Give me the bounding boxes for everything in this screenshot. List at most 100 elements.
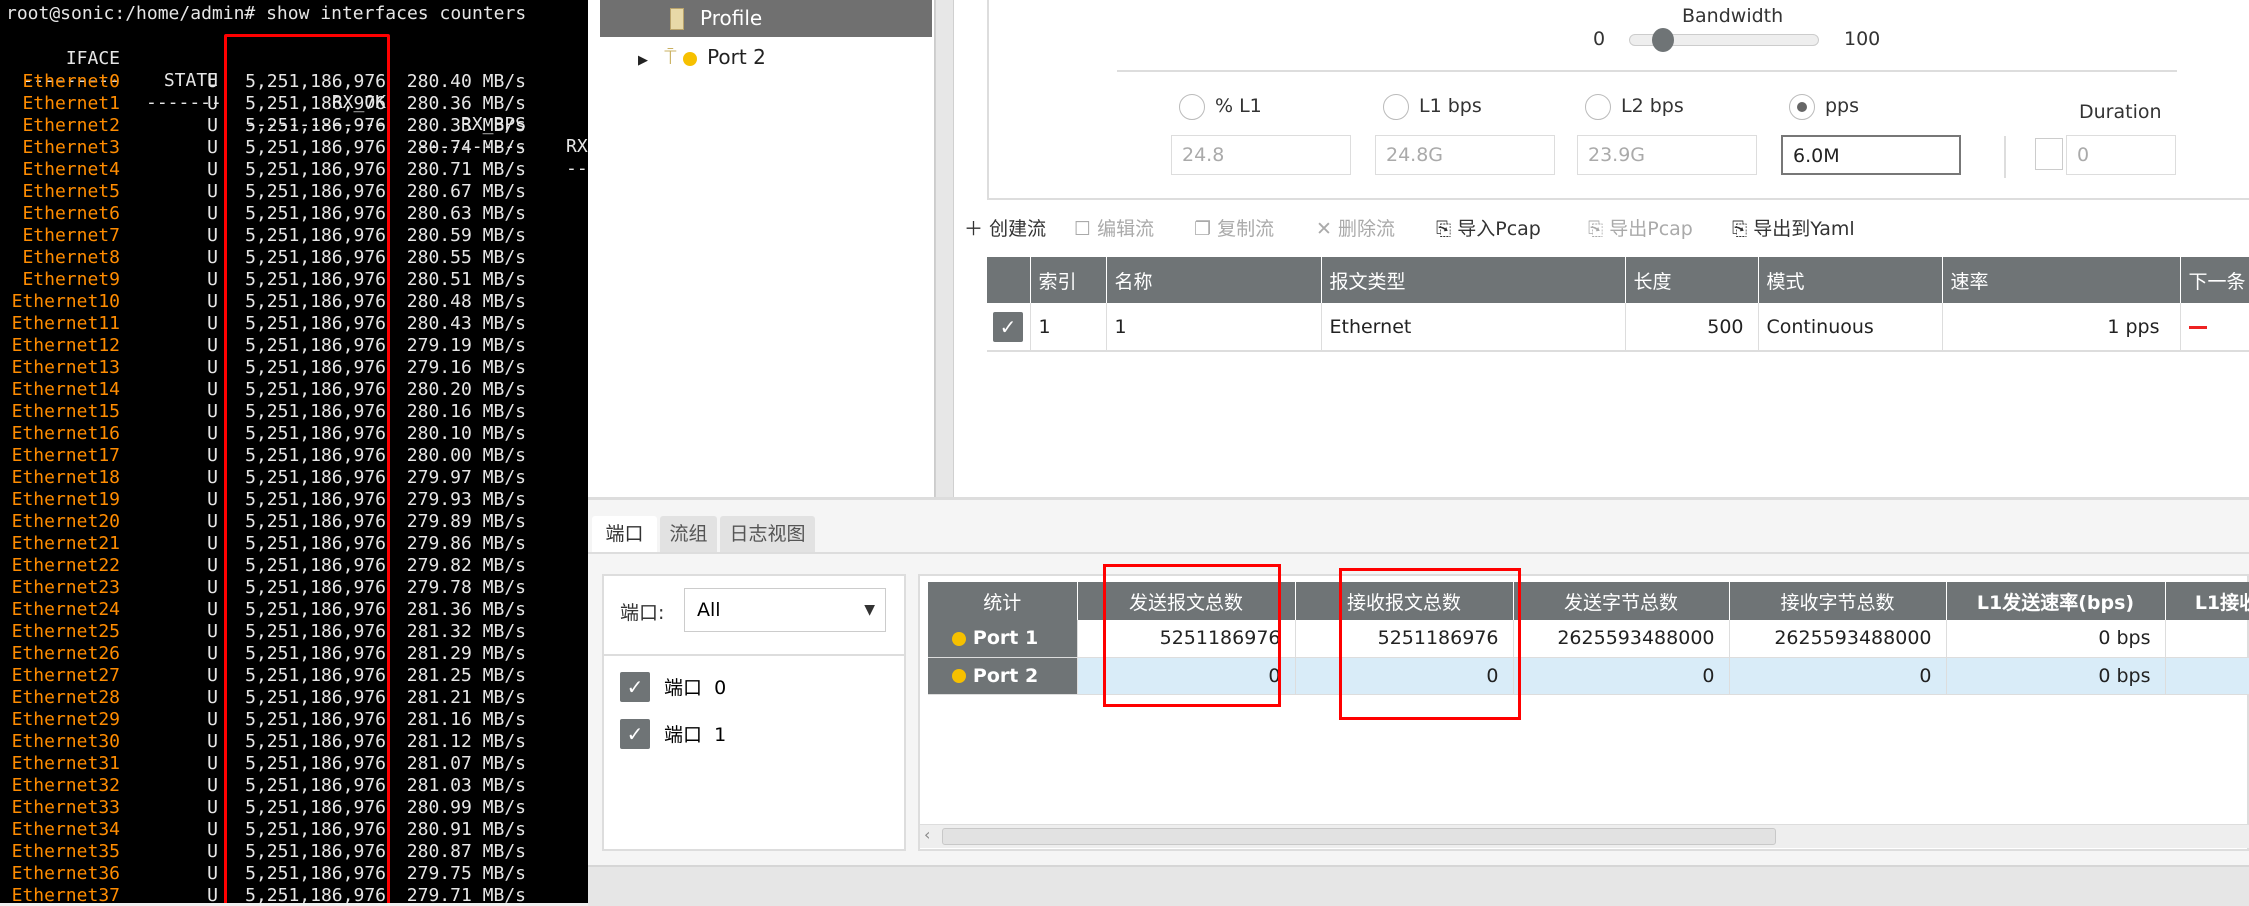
checkbox-port-1[interactable]: ✓ — [620, 719, 650, 749]
port-1-item[interactable]: ✓ 端口 1 — [620, 719, 726, 749]
iface: Ethernet35 — [11, 841, 120, 862]
label: 导出Pcap — [1609, 218, 1693, 240]
mode-value-input[interactable]: 24.8G — [1375, 135, 1555, 175]
export-pcap-button[interactable]: ⎘ 导出Pcap — [1588, 216, 1693, 242]
col-length[interactable]: 长度 — [1625, 257, 1759, 303]
scroll-left-icon[interactable]: ‹ — [924, 825, 930, 844]
tab-log-view[interactable]: 日志视图 — [720, 516, 815, 552]
radio-mode-2[interactable] — [1585, 94, 1611, 120]
cell-name: 1 — [1106, 303, 1322, 352]
status-dot-icon — [952, 669, 967, 683]
export-yaml-button[interactable]: ⎘ 导出到Yaml — [1732, 216, 1855, 242]
rx-bps: 280.20 MB/s — [406, 379, 526, 400]
col-type[interactable]: 报文类型 — [1321, 257, 1626, 303]
copy-stream-button[interactable]: ❐ 复制流 — [1194, 216, 1274, 242]
duration-input[interactable]: 0 — [2066, 135, 2176, 175]
rx-bps: 280.55 MB/s — [406, 247, 526, 268]
expand-arrow-icon[interactable]: ▶ — [638, 53, 648, 68]
iface: Ethernet5 — [22, 181, 120, 202]
port-filter-label: 端口: — [620, 602, 665, 624]
stream-enabled-checkbox[interactable]: ✓ — [993, 311, 1023, 342]
iface: Ethernet36 — [11, 863, 120, 884]
label: 端口 0 — [664, 677, 727, 699]
rx-bps: 280.71 MB/s — [406, 159, 526, 180]
rx-bps: 279.86 MB/s — [406, 533, 526, 554]
rate-config-box: Bandwidth 0 100 % L1 24.8 L1 bps 24.8G L… — [987, 0, 2249, 200]
state: U — [207, 533, 218, 554]
col-index[interactable]: 索引 — [1030, 257, 1107, 303]
state: U — [207, 269, 218, 290]
mode-label: pps — [1825, 95, 1860, 117]
radio-mode-0[interactable] — [1179, 94, 1205, 120]
rx-bps: 279.97 MB/s — [406, 467, 526, 488]
state: U — [207, 511, 218, 532]
table-row[interactable]: ✓ 1 1 Ethernet 500 Continuous 1 pps — [987, 303, 2249, 352]
divider — [604, 654, 904, 656]
profile-label: Profile — [700, 6, 763, 30]
tab-ports[interactable]: 端口 — [592, 516, 657, 552]
copy-icon: ❐ — [1194, 218, 1212, 240]
iface: Ethernet18 — [11, 467, 120, 488]
iface: Ethernet19 — [11, 489, 120, 510]
radio-mode-1[interactable] — [1383, 94, 1409, 120]
highlight-box-tx-pkts — [1103, 564, 1281, 707]
col-name[interactable]: 名称 — [1106, 257, 1322, 303]
port-0-item[interactable]: ✓ 端口 0 — [620, 672, 726, 702]
delete-stream-button[interactable]: ✕ 删除流 — [1316, 216, 1395, 242]
divider — [2004, 136, 2006, 178]
import-pcap-button[interactable]: ⎘ 导入Pcap — [1436, 216, 1541, 242]
iface: Ethernet24 — [11, 599, 120, 620]
plus-icon: ＋ — [964, 218, 984, 240]
slider-thumb[interactable] — [1652, 28, 1675, 52]
iface: Ethernet9 — [22, 269, 120, 290]
col-rate[interactable]: 速率 — [1942, 257, 2181, 303]
horizontal-scrollbar[interactable]: ‹ — [920, 824, 2249, 848]
label: 导入Pcap — [1457, 218, 1541, 240]
tree-item-profile[interactable]: Profile — [600, 0, 932, 37]
tree-item-port2[interactable]: ▶ ⍑ Port 2 — [638, 42, 766, 76]
radio-mode-3[interactable] — [1789, 94, 1815, 120]
state: U — [207, 819, 218, 840]
iface: Ethernet14 — [11, 379, 120, 400]
col-next[interactable]: 下一条 — [2180, 257, 2249, 303]
mode-value-input[interactable]: 6.0M — [1781, 135, 1961, 175]
divider — [1117, 70, 2177, 72]
scrollbar-thumb[interactable] — [942, 828, 1776, 845]
checkbox-port-0[interactable]: ✓ — [620, 672, 650, 702]
iface: Ethernet7 — [22, 225, 120, 246]
port-select[interactable]: All ▼ — [684, 588, 886, 632]
cell-tx-bytes: 2625593488000 — [1513, 620, 1730, 658]
slider-min: 0 — [1593, 28, 1606, 50]
col-stat: 统计 — [928, 582, 1078, 620]
iface: Ethernet4 — [22, 159, 120, 180]
state: U — [207, 621, 218, 642]
terminal[interactable]: root@sonic:/home/admin# show interfaces … — [0, 0, 588, 903]
next-action-icon[interactable] — [2188, 325, 2207, 329]
col-mode[interactable]: 模式 — [1758, 257, 1943, 303]
rx-bps: 280.59 MB/s — [406, 225, 526, 246]
tab-stream-groups[interactable]: 流组 — [660, 516, 717, 552]
rx-bps: 281.03 MB/s — [406, 775, 526, 796]
port-select-value: All — [697, 599, 721, 621]
state: U — [207, 247, 218, 268]
cell-mode: Continuous — [1758, 303, 1943, 352]
state: U — [207, 159, 218, 180]
state: U — [207, 885, 218, 903]
state: U — [207, 137, 218, 158]
iface: Ethernet20 — [11, 511, 120, 532]
splitter[interactable] — [935, 0, 954, 497]
profile-icon — [670, 8, 684, 30]
mode-label: L2 bps — [1621, 95, 1684, 117]
duration-checkbox[interactable] — [2035, 138, 2063, 170]
create-stream-button[interactable]: ＋ 创建流 — [964, 216, 1046, 242]
port-icon: ⍑ — [664, 45, 677, 69]
col-tx-bytes: 发送字节总数 — [1513, 582, 1730, 620]
edit-stream-button[interactable]: ☐ 编辑流 — [1074, 216, 1154, 242]
mode-value-input[interactable]: 24.8 — [1171, 135, 1351, 175]
mode-value-input[interactable]: 23.9G — [1577, 135, 1757, 175]
cell-port: Port 1 — [928, 620, 1078, 658]
rx-bps: 280.51 MB/s — [406, 269, 526, 290]
rx-bps: 279.93 MB/s — [406, 489, 526, 510]
iface: Ethernet22 — [11, 555, 120, 576]
state: U — [207, 379, 218, 400]
